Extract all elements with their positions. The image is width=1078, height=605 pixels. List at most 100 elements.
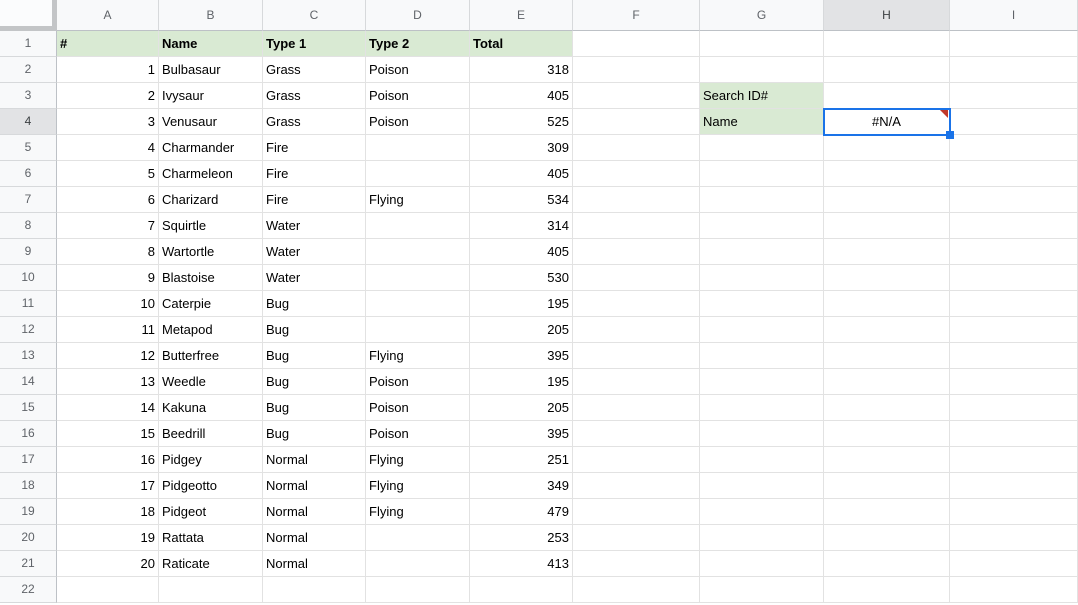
row-header-7[interactable]: 7: [0, 187, 57, 213]
cell-H16[interactable]: [824, 421, 950, 447]
row-header-8[interactable]: 8: [0, 213, 57, 239]
cell-G22[interactable]: [700, 577, 824, 603]
cell-D16[interactable]: Poison: [366, 421, 470, 447]
cell-E17[interactable]: 251: [470, 447, 573, 473]
cell-B1[interactable]: Name: [159, 31, 263, 57]
column-header-E[interactable]: E: [470, 0, 573, 31]
cell-F15[interactable]: [573, 395, 700, 421]
cell-F10[interactable]: [573, 265, 700, 291]
cell-D9[interactable]: [366, 239, 470, 265]
cell-H21[interactable]: [824, 551, 950, 577]
cell-C22[interactable]: [263, 577, 366, 603]
cell-G8[interactable]: [700, 213, 824, 239]
cell-H12[interactable]: [824, 317, 950, 343]
cell-H10[interactable]: [824, 265, 950, 291]
cell-E12[interactable]: 205: [470, 317, 573, 343]
cell-F5[interactable]: [573, 135, 700, 161]
cell-H3[interactable]: [824, 83, 950, 109]
cell-F18[interactable]: [573, 473, 700, 499]
cell-B5[interactable]: Charmander: [159, 135, 263, 161]
cell-D17[interactable]: Flying: [366, 447, 470, 473]
cell-G12[interactable]: [700, 317, 824, 343]
cell-A7[interactable]: 6: [57, 187, 159, 213]
cell-B16[interactable]: Beedrill: [159, 421, 263, 447]
cell-B17[interactable]: Pidgey: [159, 447, 263, 473]
row-header-1[interactable]: 1: [0, 31, 57, 57]
cell-I10[interactable]: [950, 265, 1078, 291]
cell-D21[interactable]: [366, 551, 470, 577]
cell-G14[interactable]: [700, 369, 824, 395]
cell-D15[interactable]: Poison: [366, 395, 470, 421]
cell-B11[interactable]: Caterpie: [159, 291, 263, 317]
cell-A15[interactable]: 14: [57, 395, 159, 421]
cell-B12[interactable]: Metapod: [159, 317, 263, 343]
cell-F17[interactable]: [573, 447, 700, 473]
cell-F2[interactable]: [573, 57, 700, 83]
cell-H15[interactable]: [824, 395, 950, 421]
row-header-11[interactable]: 11: [0, 291, 57, 317]
cell-C11[interactable]: Bug: [263, 291, 366, 317]
cell-A18[interactable]: 17: [57, 473, 159, 499]
cell-I11[interactable]: [950, 291, 1078, 317]
row-header-16[interactable]: 16: [0, 421, 57, 447]
cell-I7[interactable]: [950, 187, 1078, 213]
cell-E15[interactable]: 205: [470, 395, 573, 421]
cell-B2[interactable]: Bulbasaur: [159, 57, 263, 83]
cell-E4[interactable]: 525: [470, 109, 573, 135]
cell-G5[interactable]: [700, 135, 824, 161]
cell-I8[interactable]: [950, 213, 1078, 239]
cell-B14[interactable]: Weedle: [159, 369, 263, 395]
cell-I13[interactable]: [950, 343, 1078, 369]
cell-A20[interactable]: 19: [57, 525, 159, 551]
cell-D14[interactable]: Poison: [366, 369, 470, 395]
cell-D5[interactable]: [366, 135, 470, 161]
cell-C3[interactable]: Grass: [263, 83, 366, 109]
cell-I15[interactable]: [950, 395, 1078, 421]
cell-A16[interactable]: 15: [57, 421, 159, 447]
cell-A4[interactable]: 3: [57, 109, 159, 135]
cell-I12[interactable]: [950, 317, 1078, 343]
row-header-10[interactable]: 10: [0, 265, 57, 291]
cell-D20[interactable]: [366, 525, 470, 551]
row-header-21[interactable]: 21: [0, 551, 57, 577]
cell-A5[interactable]: 4: [57, 135, 159, 161]
cell-C20[interactable]: Normal: [263, 525, 366, 551]
cell-B21[interactable]: Raticate: [159, 551, 263, 577]
cell-H8[interactable]: [824, 213, 950, 239]
cell-C1[interactable]: Type 1: [263, 31, 366, 57]
cell-A14[interactable]: 13: [57, 369, 159, 395]
column-header-B[interactable]: B: [159, 0, 263, 31]
cell-I21[interactable]: [950, 551, 1078, 577]
cell-C9[interactable]: Water: [263, 239, 366, 265]
cell-G16[interactable]: [700, 421, 824, 447]
cell-G9[interactable]: [700, 239, 824, 265]
cell-C12[interactable]: Bug: [263, 317, 366, 343]
cell-B6[interactable]: Charmeleon: [159, 161, 263, 187]
cell-C4[interactable]: Grass: [263, 109, 366, 135]
cell-F7[interactable]: [573, 187, 700, 213]
cell-C16[interactable]: Bug: [263, 421, 366, 447]
row-header-14[interactable]: 14: [0, 369, 57, 395]
cell-C17[interactable]: Normal: [263, 447, 366, 473]
cell-E3[interactable]: 405: [470, 83, 573, 109]
cell-H11[interactable]: [824, 291, 950, 317]
cell-D1[interactable]: Type 2: [366, 31, 470, 57]
cell-A10[interactable]: 9: [57, 265, 159, 291]
cell-B8[interactable]: Squirtle: [159, 213, 263, 239]
cell-B10[interactable]: Blastoise: [159, 265, 263, 291]
cell-D11[interactable]: [366, 291, 470, 317]
cell-E8[interactable]: 314: [470, 213, 573, 239]
cell-E18[interactable]: 349: [470, 473, 573, 499]
cell-A2[interactable]: 1: [57, 57, 159, 83]
cell-H6[interactable]: [824, 161, 950, 187]
cell-B19[interactable]: Pidgeot: [159, 499, 263, 525]
cell-G11[interactable]: [700, 291, 824, 317]
fill-handle[interactable]: [946, 131, 954, 139]
cell-G2[interactable]: [700, 57, 824, 83]
cell-I20[interactable]: [950, 525, 1078, 551]
cell-H4[interactable]: #N/A: [824, 109, 950, 135]
cell-D10[interactable]: [366, 265, 470, 291]
cell-I19[interactable]: [950, 499, 1078, 525]
cell-B20[interactable]: Rattata: [159, 525, 263, 551]
cell-I9[interactable]: [950, 239, 1078, 265]
